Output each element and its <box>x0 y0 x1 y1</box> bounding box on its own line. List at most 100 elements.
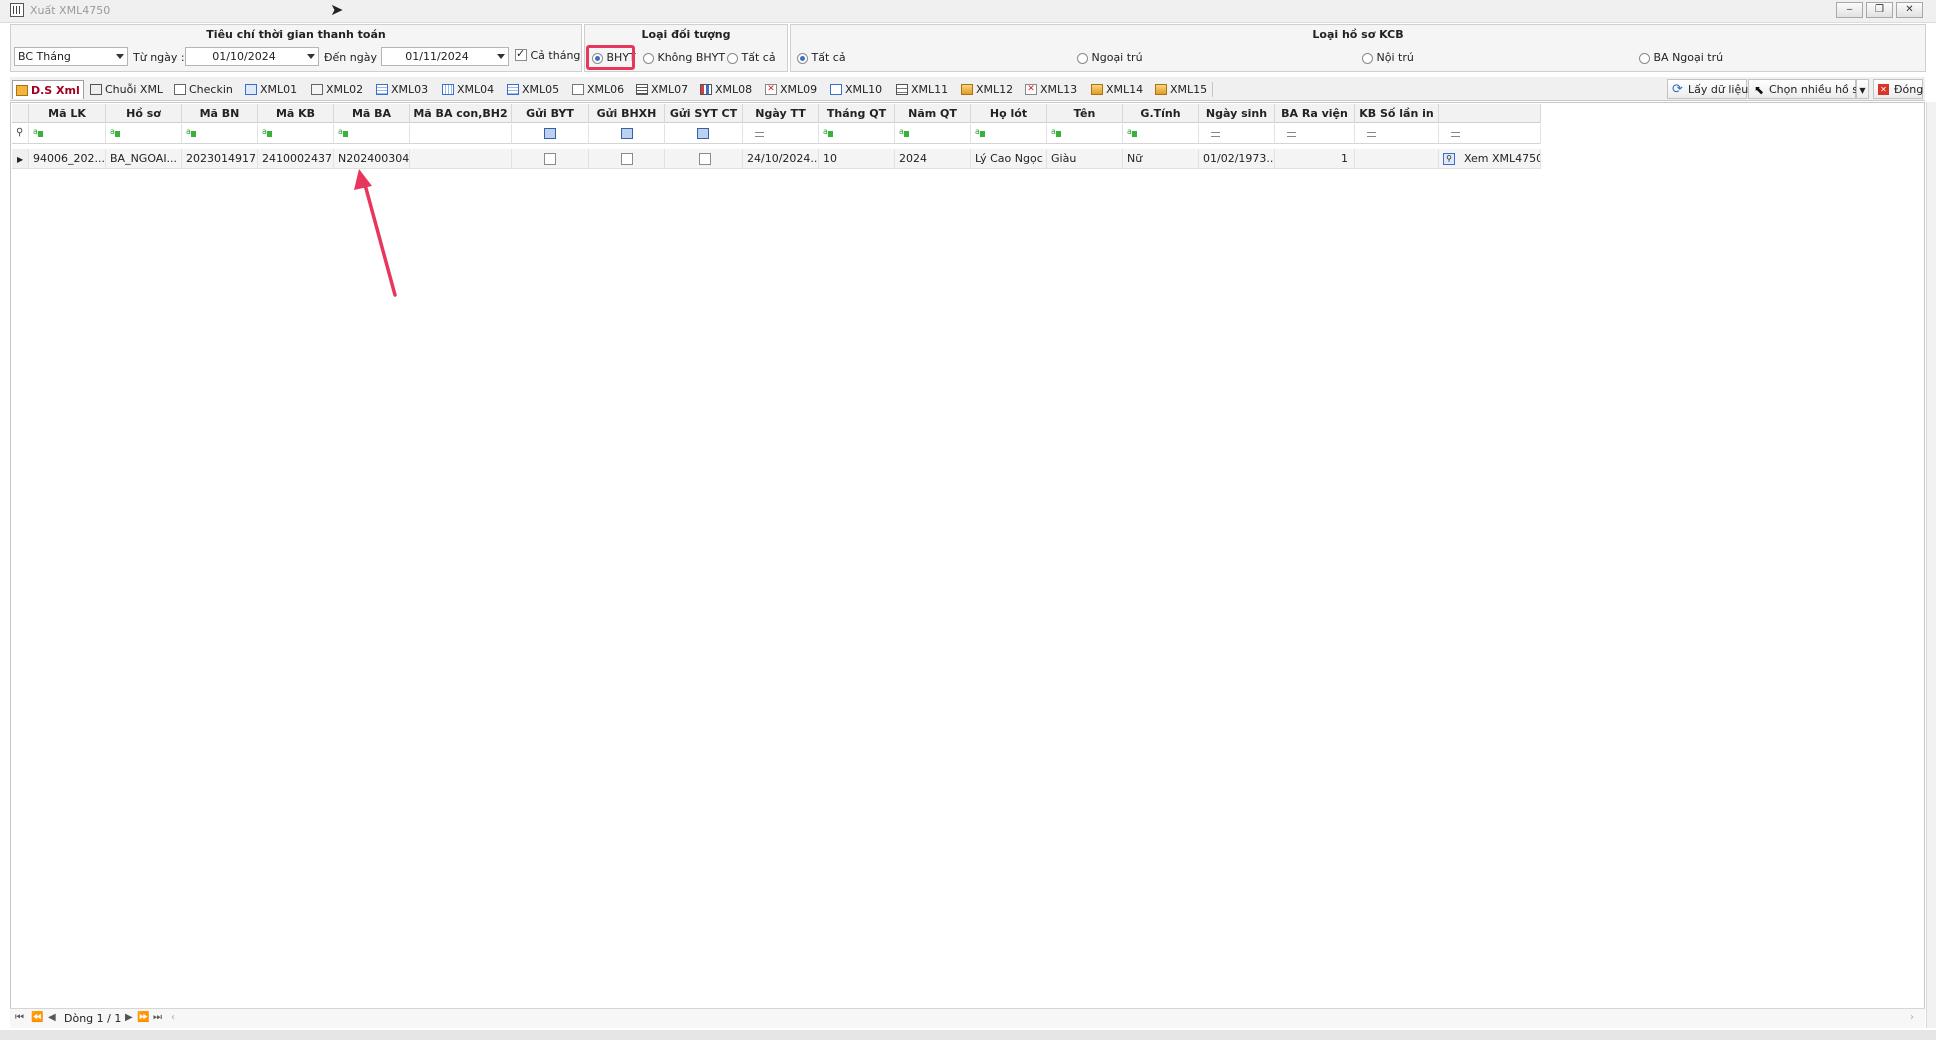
column-header[interactable]: Gửi BHXH <box>589 104 665 123</box>
filter-cell-gioi-tinh[interactable] <box>1123 124 1199 144</box>
tab-xml15[interactable]: XML15 <box>1152 80 1214 99</box>
column-header[interactable]: Gửi SYT CT <box>665 104 743 123</box>
tab-xml03[interactable]: XML03 <box>373 80 429 99</box>
close-button[interactable]: ✕ Đóng <box>1873 79 1923 99</box>
column-header[interactable]: G.Tính <box>1123 104 1199 123</box>
table-cell[interactable]: 01/02/1973... <box>1199 149 1275 169</box>
tab-xml07[interactable]: XML07 <box>633 80 689 99</box>
filter-cell-gui-syt[interactable] <box>665 124 743 144</box>
column-header[interactable]: Năm QT <box>895 104 971 123</box>
table-cell[interactable]: Nữ <box>1123 149 1199 169</box>
table-cell[interactable]: 24/10/2024... <box>743 149 819 169</box>
tab-xml14[interactable]: XML14 <box>1088 80 1148 99</box>
select-many-dropdown[interactable]: ▼ <box>1856 79 1869 99</box>
filter-cell-gui-bhxh[interactable] <box>589 124 665 144</box>
tab-xml12[interactable]: XML12 <box>958 80 1018 99</box>
select-many-button[interactable]: ⬉ Chọn nhiều hồ sơ <box>1748 79 1865 99</box>
previous-page-icon[interactable]: ⏪ <box>31 1012 43 1023</box>
tab-chuoi-xml[interactable]: Chuỗi XML <box>87 80 163 99</box>
filter-cell-ma-lk[interactable] <box>29 124 106 144</box>
column-header[interactable] <box>1439 104 1541 123</box>
tab-ds-xml[interactable]: D.S Xml <box>12 80 84 99</box>
column-header[interactable]: Mã BN <box>182 104 258 123</box>
gui-byt-checkbox[interactable] <box>512 149 589 169</box>
fetch-data-button[interactable]: ⟳ Lấy dữ liệu <box>1667 79 1748 99</box>
table-cell[interactable]: 2410002437 <box>258 149 334 169</box>
column-header[interactable]: Tháng QT <box>819 104 895 123</box>
report-mode-select[interactable]: BC Tháng <box>14 47 128 66</box>
column-header[interactable]: Ngày TT <box>743 104 819 123</box>
tab-xml02[interactable]: XML02 <box>308 80 364 99</box>
next-record-icon[interactable]: ▶ <box>125 1012 133 1023</box>
filter-cell-thang-qt[interactable] <box>819 124 895 144</box>
filter-cell-ho-lot[interactable] <box>971 124 1047 144</box>
right-edge-scrollbar[interactable] <box>1926 102 1936 1028</box>
filter-cell-kb-so-lan-in[interactable] <box>1355 124 1439 144</box>
radio-ba-outpatient[interactable]: BA Ngoại trú <box>1639 51 1723 64</box>
filter-cell-ngay-sinh[interactable] <box>1199 124 1275 144</box>
column-header[interactable]: Mã BA con,BH2 <box>410 104 512 123</box>
column-header[interactable]: BA Ra viện <box>1275 104 1355 123</box>
tab-xml08[interactable]: XML08 <box>697 80 753 99</box>
previous-record-icon[interactable]: ◀ <box>48 1012 56 1023</box>
table-cell[interactable]: Lý Cao Ngọc <box>971 149 1047 169</box>
column-header[interactable]: Hồ sơ <box>106 104 182 123</box>
tab-xml10[interactable]: XML10 <box>827 80 887 99</box>
radio-outpatient[interactable]: Ngoại trú <box>1077 51 1143 64</box>
gui-syt-checkbox[interactable] <box>665 149 743 169</box>
table-cell[interactable]: 1 <box>1275 149 1355 169</box>
filter-cell-nam-qt[interactable] <box>895 124 971 144</box>
filter-cell-ma-ba[interactable] <box>334 124 410 144</box>
column-header[interactable]: KB Số lần in <box>1355 104 1439 123</box>
first-record-icon[interactable]: ⏮ <box>15 1012 24 1023</box>
filter-cell-ten[interactable] <box>1047 124 1123 144</box>
table-cell[interactable] <box>410 149 512 169</box>
column-header[interactable]: Mã BA <box>334 104 410 123</box>
scroll-left-icon[interactable]: ‹ <box>171 1012 175 1023</box>
restore-button[interactable]: ❐ <box>1866 2 1893 18</box>
column-header[interactable]: Gửi BYT <box>512 104 589 123</box>
filter-cell-ma-kb[interactable] <box>258 124 334 144</box>
table-cell[interactable]: 10 <box>819 149 895 169</box>
tab-checkin[interactable]: Checkin <box>171 80 233 99</box>
filter-cell-ho-so[interactable] <box>106 124 182 144</box>
tab-xml11[interactable]: XML11 <box>893 80 953 99</box>
filter-cell-action[interactable] <box>1439 124 1541 144</box>
whole-month-checkbox[interactable]: Cả tháng <box>515 47 580 64</box>
tab-xml09[interactable]: ✕ XML09 <box>762 80 818 99</box>
filter-cell-ba-ra-vien[interactable] <box>1275 124 1355 144</box>
tab-xml13[interactable]: ✕ XML13 <box>1022 80 1082 99</box>
column-header[interactable]: Tên <box>1047 104 1123 123</box>
column-header[interactable]: Họ lót <box>971 104 1047 123</box>
minimize-button[interactable]: ‒ <box>1836 2 1863 18</box>
column-header[interactable]: Mã LK <box>29 104 106 123</box>
next-page-icon[interactable]: ⏩ <box>137 1012 149 1023</box>
tab-xml01[interactable]: XML01 <box>242 80 298 99</box>
table-cell[interactable]: 94006_202... <box>29 149 106 169</box>
radio-inpatient[interactable]: Nội trú <box>1362 51 1414 64</box>
table-cell[interactable]: Giàu <box>1047 149 1123 169</box>
tab-xml05[interactable]: XML05 <box>504 80 562 99</box>
view-xml-button[interactable]: ⚲ Xem XML4750 <box>1439 149 1541 169</box>
tab-xml06[interactable]: XML06 <box>569 80 625 99</box>
column-header[interactable]: Mã KB <box>258 104 334 123</box>
filter-cell-ma-ba-con[interactable] <box>410 124 512 144</box>
table-cell[interactable]: 2024 <box>895 149 971 169</box>
gui-bhxh-checkbox[interactable] <box>589 149 665 169</box>
close-window-button[interactable]: ✕ <box>1896 2 1923 18</box>
table-cell[interactable]: 2023014917 <box>182 149 258 169</box>
radio-all-records[interactable]: Tất cả <box>797 51 846 64</box>
column-header[interactable]: Ngày sinh <box>1199 104 1275 123</box>
from-date-field[interactable]: 01/10/2024 <box>185 47 319 66</box>
table-cell[interactable]: BA_NGOAI... <box>106 149 182 169</box>
radio-khong-bhyt[interactable]: Không BHYT <box>643 51 725 64</box>
to-date-field[interactable]: 01/11/2024 <box>381 47 509 66</box>
filter-cell-gui-byt[interactable] <box>512 124 589 144</box>
scroll-right-icon[interactable]: › <box>1910 1012 1914 1023</box>
tab-xml04[interactable]: XML04 <box>439 80 495 99</box>
filter-cell-ngay-tt[interactable] <box>743 124 819 144</box>
table-cell[interactable] <box>1355 149 1439 169</box>
radio-tat-ca-subject[interactable]: Tất cả <box>727 51 776 64</box>
row-indicator[interactable]: ▶ <box>12 149 29 169</box>
filter-cell-ma-bn[interactable] <box>182 124 258 144</box>
